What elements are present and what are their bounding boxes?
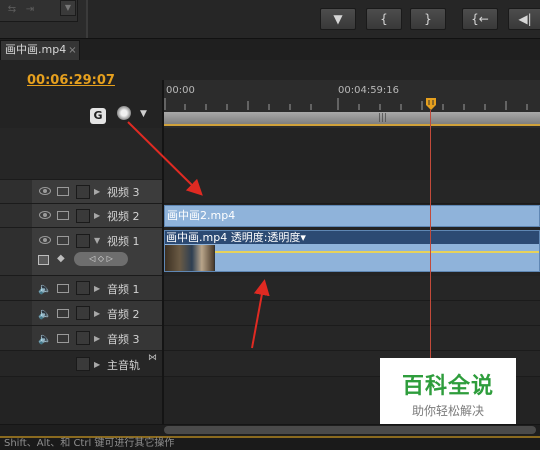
track-name: 主音轨 bbox=[107, 359, 140, 372]
track-header-audio-3: 🔈 ▶ 音频 3 bbox=[0, 326, 162, 351]
track-name: 视频 3 bbox=[107, 186, 140, 199]
watermark-title: 百科全说 bbox=[401, 374, 494, 399]
collapse-triangle-icon[interactable]: ▼ bbox=[94, 236, 100, 245]
track-header-audio-1: 🔈 ▶ 音频 1 bbox=[0, 276, 162, 301]
display-style-icon[interactable] bbox=[38, 255, 49, 265]
close-icon[interactable]: × bbox=[68, 45, 76, 56]
lane-video-3[interactable] bbox=[164, 180, 540, 204]
clip-thumbnail bbox=[165, 245, 215, 271]
keyframe-navigator[interactable]: ◁ ◇ ▷ bbox=[74, 252, 128, 266]
sync-icon[interactable] bbox=[57, 284, 69, 293]
expand-triangle-icon[interactable]: ▶ bbox=[94, 309, 100, 318]
sync-icon[interactable] bbox=[57, 334, 69, 343]
track-name: 视频 2 bbox=[107, 210, 140, 223]
track-name: 音频 1 bbox=[107, 283, 140, 296]
lock-checkbox[interactable] bbox=[76, 185, 90, 199]
header-divider bbox=[162, 80, 164, 430]
lane-audio-3[interactable] bbox=[164, 326, 540, 351]
program-monitor-controls: ▼ { } {← ◀| bbox=[86, 0, 540, 38]
expand-triangle-icon[interactable]: ▶ bbox=[94, 334, 100, 343]
lane-spacer bbox=[164, 128, 540, 180]
track-header-audio-2: 🔈 ▶ 音频 2 bbox=[0, 301, 162, 326]
lock-checkbox[interactable] bbox=[76, 331, 90, 345]
speaker-icon[interactable]: 🔈 bbox=[38, 307, 52, 320]
tab-row bbox=[0, 38, 540, 60]
watermark: 百科全说 助你轻松解决 bbox=[380, 358, 516, 424]
expand-triangle-icon[interactable]: ▶ bbox=[94, 360, 100, 369]
track-header-video-3: ▶ 视频 3 bbox=[0, 180, 162, 204]
status-bar: Shift、Alt、和 Ctrl 键可进行其它操作 bbox=[0, 436, 540, 450]
eye-icon[interactable] bbox=[39, 211, 51, 219]
track-name: 音频 3 bbox=[107, 333, 140, 346]
clip-title-bar: 画中画.mp4 透明度:透明度▾ bbox=[165, 231, 539, 244]
lock-checkbox[interactable] bbox=[76, 209, 90, 223]
go-to-in-button[interactable]: {← bbox=[462, 8, 498, 30]
speaker-icon[interactable]: 🔈 bbox=[38, 282, 52, 295]
playhead-line bbox=[430, 110, 431, 366]
export-icon[interactable]: ⇥ bbox=[22, 4, 38, 16]
ruler-start-label: 00:00 bbox=[166, 85, 195, 96]
eye-icon[interactable] bbox=[39, 236, 51, 244]
opacity-rubberband[interactable] bbox=[215, 251, 539, 253]
expand-triangle-icon[interactable]: ▶ bbox=[94, 211, 100, 220]
step-back-button[interactable]: ◀| bbox=[508, 8, 540, 30]
marker-icon[interactable]: ▼ bbox=[140, 109, 147, 119]
lock-checkbox[interactable] bbox=[76, 306, 90, 320]
mark-in-button[interactable]: { bbox=[366, 8, 402, 30]
track-header-spacer bbox=[0, 128, 162, 180]
track-header-master: ▶ 主音轨 ⋈ bbox=[0, 351, 162, 377]
keyframe-toggle-icon[interactable]: ◆ bbox=[57, 253, 65, 264]
ruler-ticks bbox=[164, 98, 528, 110]
playhead-handle[interactable] bbox=[426, 98, 436, 110]
lock-checkbox[interactable] bbox=[76, 357, 90, 371]
clip-video-2[interactable]: 画中画2.mp4 bbox=[164, 205, 540, 227]
speaker-icon[interactable]: 🔈 bbox=[38, 332, 52, 345]
sync-icon[interactable] bbox=[57, 309, 69, 318]
grip-icon: ||| bbox=[378, 113, 388, 123]
tab-sequence-title: 画中画.mp4 bbox=[5, 43, 67, 56]
add-marker-button[interactable]: ▼ bbox=[320, 8, 356, 30]
lane-audio-1[interactable] bbox=[164, 276, 540, 301]
track-name: 视频 1 bbox=[107, 235, 140, 248]
scrollbar-thumb[interactable] bbox=[164, 426, 536, 434]
playhead-timecode[interactable]: 00:06:29:07 bbox=[27, 73, 115, 88]
work-area-bar[interactable]: ||| bbox=[164, 112, 540, 126]
tab-sequence[interactable]: 画中画.mp4 × bbox=[0, 40, 80, 60]
clip-video-1[interactable]: 画中画.mp4 透明度:透明度▾ bbox=[164, 230, 540, 272]
lock-checkbox[interactable] bbox=[76, 234, 90, 248]
sequence-markers-icon[interactable] bbox=[117, 106, 131, 120]
expand-triangle-icon[interactable]: ▶ bbox=[94, 187, 100, 196]
track-header-video-1: ▼ 视频 1 ◆ ◁ ◇ ▷ bbox=[0, 228, 162, 276]
expand-triangle-icon[interactable]: ▶ bbox=[94, 284, 100, 293]
snap-icon[interactable]: G bbox=[90, 108, 106, 124]
track-header-empty bbox=[0, 377, 162, 424]
blank-icon bbox=[40, 4, 56, 16]
track-name: 音频 2 bbox=[107, 308, 140, 321]
link-icon[interactable]: ⇆ bbox=[4, 4, 20, 16]
ruler-mid-label: 00:04:59:16 bbox=[338, 85, 400, 96]
film-icon[interactable] bbox=[57, 187, 69, 196]
lane-audio-2[interactable] bbox=[164, 301, 540, 326]
mark-out-button[interactable]: } bbox=[410, 8, 446, 30]
bowtie-icon: ⋈ bbox=[148, 353, 157, 363]
lock-checkbox[interactable] bbox=[76, 281, 90, 295]
film-icon[interactable] bbox=[57, 211, 69, 220]
eye-icon[interactable] bbox=[39, 187, 51, 195]
film-icon[interactable] bbox=[57, 236, 69, 245]
track-header-video-2: ▶ 视频 2 bbox=[0, 204, 162, 228]
panel-scroll-down-arrow[interactable]: ▼ bbox=[60, 0, 76, 16]
watermark-subtitle: 助你轻松解决 bbox=[411, 404, 484, 418]
